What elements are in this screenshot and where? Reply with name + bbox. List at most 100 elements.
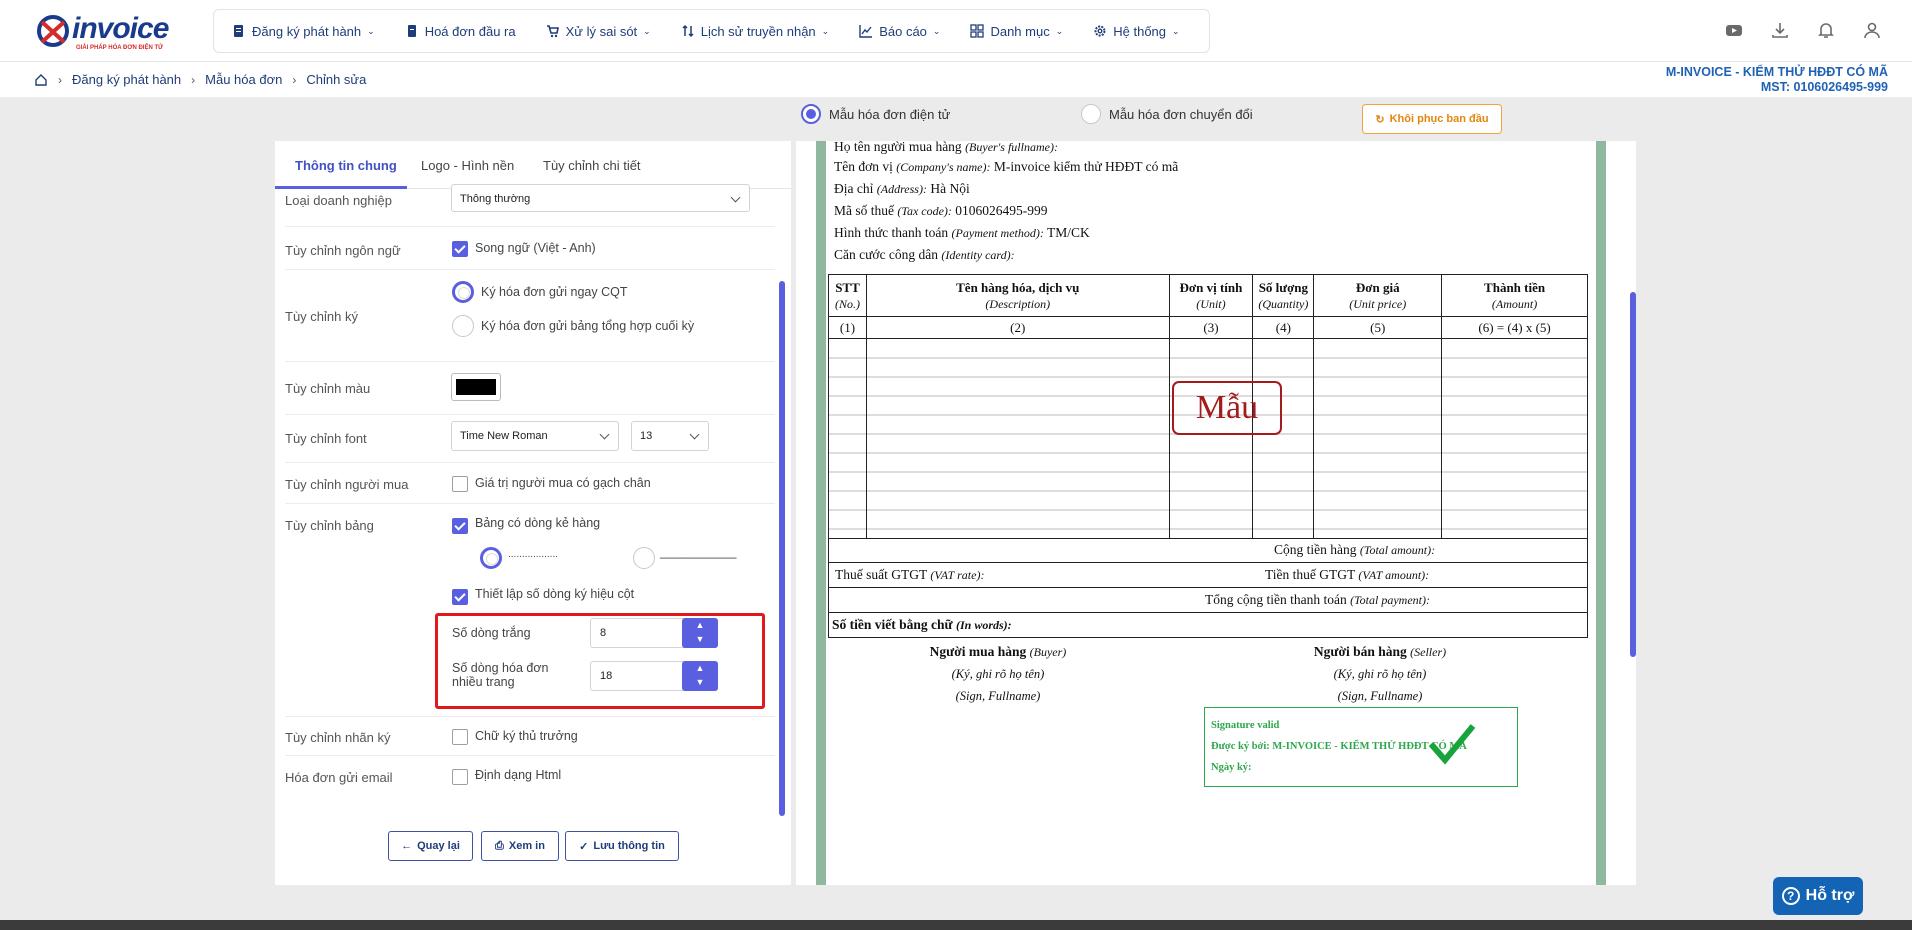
business-type-label: Loại doanh nghiệp <box>285 193 392 208</box>
chevron-down-icon: ⌄ <box>367 25 375 36</box>
nav-bao-cao[interactable]: Báo cáo ⌄ <box>859 24 940 39</box>
logo-tagline: GIẢI PHÁP HÓA ĐƠN ĐIỆN TỬ <box>76 45 164 51</box>
seller-signature: Người bán hàng (Seller) (Ký, ghi rõ họ t… <box>1313 644 1447 703</box>
tab-general[interactable]: Thông tin chung <box>295 158 397 173</box>
chevron-up-icon[interactable]: ▲ <box>682 618 718 632</box>
table-label: Tùy chỉnh bảng <box>285 518 374 533</box>
logo[interactable]: invoice GIẢI PHÁP HÓA ĐƠN ĐIỆN TỬ <box>36 12 176 52</box>
tab-detail[interactable]: Tùy chỉnh chi tiết <box>543 158 641 173</box>
invoice-content: Họ tên người mua hàng (Buyer's fullname)… <box>826 139 1596 885</box>
restore-button[interactable]: ↻ Khôi phục ban đầu <box>1362 104 1502 134</box>
buyer-line: Họ tên người mua hàng (Buyer's fullname)… <box>834 139 1058 154</box>
home-icon[interactable] <box>34 73 48 87</box>
transfer-icon <box>682 24 694 38</box>
nav-dang-ky-phat-hanh[interactable]: Đăng ký phát hành ⌄ <box>232 24 375 39</box>
window-bottom-bar <box>0 920 1912 930</box>
radio-electronic[interactable] <box>801 104 821 124</box>
preview-scrollbar[interactable] <box>1630 292 1636 657</box>
table-option: Bảng có dòng kẻ hàng <box>475 516 601 530</box>
breadcrumb-item[interactable]: Mẫu hóa đơn <box>205 72 282 87</box>
nav-hoa-don-dau-ra[interactable]: Hoá đơn đầu ra <box>405 24 516 39</box>
buyer-option: Giá trị người mua có gạch chân <box>475 476 651 490</box>
chevron-up-icon[interactable]: ▲ <box>682 661 718 675</box>
breadcrumb: › Đăng ký phát hành › Mẫu hóa đơn › Chỉn… <box>34 72 366 87</box>
table-rows-checkbox[interactable] <box>452 518 468 534</box>
blank-rows-stepper[interactable]: 8 ▲ ▼ <box>590 618 718 648</box>
mode-electronic[interactable]: Mẫu hóa đơn điện tử <box>801 104 950 124</box>
chevron-down-icon: ⌄ <box>821 25 830 36</box>
support-button[interactable]: ? Hỗ trợ <box>1773 877 1863 915</box>
company-tax: MST: 0106026495-999 <box>1760 80 1888 94</box>
multipage-value: 18 <box>600 670 613 682</box>
column-rows-checkbox[interactable] <box>452 589 468 605</box>
nav-he-thong[interactable]: Hệ thống ⌄ <box>1093 24 1180 39</box>
mode-converted-label: Mẫu hóa đơn chuyển đổi <box>1109 106 1253 122</box>
help-icon: ? <box>1781 887 1800 905</box>
color-picker[interactable] <box>451 373 501 401</box>
divider <box>285 226 775 227</box>
line-dotted-radio[interactable] <box>480 547 502 569</box>
divider <box>285 755 775 756</box>
invoice-paper: Họ tên người mua hàng (Buyer's fullname)… <box>816 139 1606 885</box>
panel-scrollbar[interactable] <box>779 281 785 816</box>
total-row: Cộng tiền hàng (Total amount): <box>828 538 1588 563</box>
seal-checkbox[interactable] <box>452 729 468 745</box>
business-type-select[interactable]: Thông thường <box>451 184 750 212</box>
print-button[interactable]: ⎙ Xem in <box>481 831 559 861</box>
idcard-line: Căn cước công dân (Identity card): <box>834 247 1015 262</box>
mode-electronic-label: Mẫu hóa đơn điện tử <box>829 106 951 122</box>
divider <box>285 361 775 362</box>
divider <box>285 414 775 415</box>
mode-converted[interactable]: Mẫu hóa đơn chuyển đổi <box>1081 104 1253 124</box>
chevron-down-icon[interactable]: ▼ <box>682 675 718 689</box>
nav-lich-su-truyen-nhan[interactable]: Lịch sử truyền nhận ⌄ <box>681 24 829 39</box>
file-icon <box>407 25 416 37</box>
line-solid-label: ___________ <box>660 545 737 559</box>
line-solid-radio[interactable] <box>633 547 655 569</box>
language-checkbox[interactable] <box>452 241 468 257</box>
tab-logo[interactable]: Logo - Hình nền <box>421 158 514 173</box>
sign-radio-1[interactable] <box>452 281 474 303</box>
youtube-icon[interactable] <box>1724 20 1744 40</box>
arrow-left-icon: ← <box>401 840 413 852</box>
sign-option-1: Ký hóa đơn gửi ngay CQT <box>481 285 628 299</box>
nav-danh-muc[interactable]: Danh mục ⌄ <box>970 24 1063 39</box>
user-icon[interactable] <box>1862 20 1882 40</box>
multipage-stepper[interactable]: 18 ▲ ▼ <box>590 661 718 691</box>
stepper-buttons[interactable]: ▲ ▼ <box>682 661 718 691</box>
company-name: M-INVOICE - KIỂM THỬ HĐĐT CÓ MÃ <box>1665 65 1888 79</box>
header-icons <box>1724 20 1882 40</box>
font-label: Tùy chỉnh font <box>285 431 367 446</box>
main-nav: Đăng ký phát hành ⌄ Hoá đơn đầu ra Xử lý … <box>213 9 1210 53</box>
color-swatch <box>456 379 496 395</box>
words-row: Số tiền viết bằng chữ (In words): <box>828 613 1588 638</box>
stepper-buttons[interactable]: ▲ ▼ <box>682 618 718 648</box>
divider <box>285 269 775 270</box>
back-button[interactable]: ← Quay lại <box>388 831 473 861</box>
line-dotted-label: .................. <box>508 549 559 560</box>
bell-icon[interactable] <box>1816 20 1836 40</box>
breadcrumb-item[interactable]: Đăng ký phát hành <box>72 72 181 87</box>
font-size-select[interactable]: 13 <box>631 421 709 451</box>
support-label: Hỗ trợ <box>1805 887 1855 904</box>
buyer-checkbox[interactable] <box>452 476 468 492</box>
nav-xu-ly-sai-sot[interactable]: Xử lý sai sót ⌄ <box>546 24 651 39</box>
chevron-down-icon[interactable]: ▼ <box>682 632 718 646</box>
grid-icon <box>970 24 985 38</box>
font-select[interactable]: Time New Roman <box>451 421 619 451</box>
total-payment-row: Tổng cộng tiền thanh toán (Total payment… <box>828 588 1588 613</box>
gear-icon <box>1094 25 1106 37</box>
check-icon: ✓ <box>579 840 589 853</box>
address-line: Địa chỉ (Address): Hà Nội <box>834 181 970 196</box>
divider <box>285 716 775 717</box>
signature-box: Signature valid Được ký bởi: M-INVOICE -… <box>1204 707 1518 787</box>
email-checkbox[interactable] <box>452 769 468 785</box>
multipage-label: Số dòng hóa đơn nhiều trang <box>452 661 549 689</box>
breadcrumb-item: Chỉnh sửa <box>306 72 367 87</box>
save-button[interactable]: ✓ Lưu thông tin <box>565 831 679 861</box>
sign-radio-2[interactable] <box>452 315 474 337</box>
download-icon[interactable] <box>1770 20 1790 40</box>
vat-row: Thuế suất GTGT (VAT rate): Tiền thuế GTG… <box>828 563 1588 588</box>
radio-converted[interactable] <box>1081 104 1101 124</box>
chevron-right-icon: › <box>58 72 62 87</box>
